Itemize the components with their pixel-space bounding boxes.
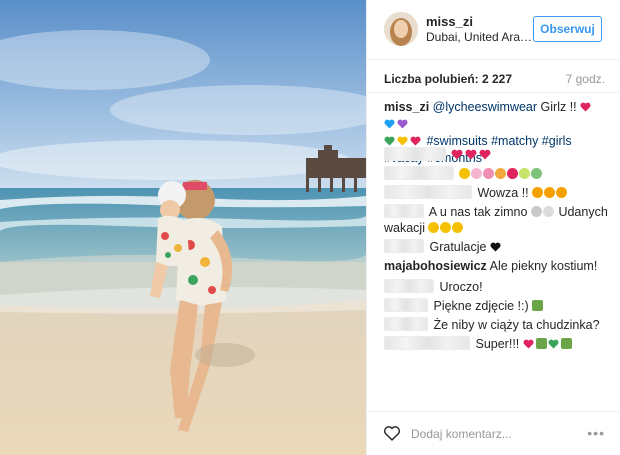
hidden-username (384, 204, 424, 218)
more-options-icon[interactable]: ••• (587, 425, 605, 441)
wink-emoji-icon (428, 222, 440, 233)
post-header: miss_zi Dubai, United Ara… Obserwuj (367, 0, 620, 60)
post-timestamp[interactable]: 7 godz. (566, 72, 605, 86)
comment-text: A u nas tak zimno (428, 205, 528, 219)
palm-tree-emoji-icon (560, 338, 572, 349)
comment-item: A u nas tak zimno Udanych (384, 204, 608, 220)
comment-item: majabohosiewicz Ale piekny kostium! (384, 258, 597, 274)
caption-text: Girlz !! (540, 100, 577, 114)
likes-count[interactable]: Liczba polubień: 2 227 (384, 72, 512, 86)
beach-photo-image (0, 0, 366, 455)
red-heart-emoji-icon (451, 148, 463, 164)
comment-text: Gratulacje (429, 240, 487, 254)
comment-text: Ale piekny kostium! (489, 259, 598, 273)
add-comment-input[interactable]: Dodaj komentarz... (411, 427, 512, 441)
plant-emoji-icon (531, 168, 543, 179)
rose-emoji-icon (507, 168, 519, 179)
heart-eyes-emoji-icon (556, 187, 568, 198)
comment-item: Gratulacje (384, 239, 503, 256)
instagram-post-modal: miss_zi Dubai, United Ara… Obserwuj Licz… (0, 0, 620, 455)
blossom-emoji-icon (471, 168, 483, 179)
heart-eyes-emoji-icon (459, 168, 471, 179)
caption-username[interactable]: miss_zi (384, 100, 429, 114)
hidden-username (384, 239, 424, 253)
likes-row: Liczba polubień: 2 227 7 godz. (367, 60, 620, 93)
avatar[interactable] (384, 12, 418, 46)
caption-hashtags[interactable]: #swimsuits #matchy #girls (426, 134, 571, 148)
comment-item-continued: wakacji (384, 220, 464, 236)
hidden-username (384, 147, 446, 161)
post-author-username[interactable]: miss_zi (426, 14, 473, 29)
avatar-image (384, 12, 418, 46)
post-photo[interactable] (0, 0, 366, 455)
comment-text: wakacji (384, 221, 425, 235)
hidden-username (384, 185, 472, 199)
green-heart-emoji-icon (548, 337, 559, 353)
scream-emoji-icon (530, 206, 542, 217)
follow-button[interactable]: Obserwuj (533, 16, 602, 42)
red-heart-emoji-icon (580, 100, 591, 116)
palm-tree-emoji-icon (535, 338, 547, 349)
heart-eyes-emoji-icon (544, 187, 556, 198)
tongue-emoji-icon (452, 222, 464, 233)
comment-item: Piękne zdjęcie !:) (384, 298, 544, 314)
caption-mention[interactable]: @lycheeswimwear (433, 100, 537, 114)
comment-item (384, 147, 493, 164)
hidden-username (384, 166, 454, 180)
eyes-emoji-icon (542, 206, 554, 217)
purple-heart-emoji-icon (397, 117, 408, 133)
black-heart-emoji-icon (490, 240, 501, 256)
comment-text: Wowza !! (477, 186, 529, 200)
hidden-username (384, 279, 434, 293)
red-heart-emoji-icon (465, 148, 477, 164)
sunflower-emoji-icon (495, 168, 507, 179)
comment-text: Uroczo! (439, 280, 483, 294)
tulip-emoji-icon (519, 168, 531, 179)
comment-item: Że niby w ciąży ta chudzinka? (384, 317, 600, 333)
comment-text: Piękne zdjęcie !:) (433, 299, 529, 313)
hidden-username (384, 336, 470, 350)
flower-emoji-icon (483, 168, 495, 179)
comment-text: Super!!! (475, 337, 520, 351)
hidden-username (384, 317, 428, 331)
red-heart-emoji-icon (479, 148, 491, 164)
comment-text-2: Udanych (558, 205, 608, 219)
post-sidebar: miss_zi Dubai, United Ara… Obserwuj Licz… (366, 0, 620, 455)
post-location[interactable]: Dubai, United Ara… (426, 30, 532, 44)
palm-tree-emoji-icon (532, 300, 544, 311)
comment-text: Że niby w ciąży ta chudzinka? (433, 318, 600, 332)
comment-item: Wowza !! (384, 185, 568, 201)
heart-eyes-emoji-icon (532, 187, 544, 198)
comment-item: Super!!! (384, 336, 573, 353)
heart-outline-icon[interactable] (383, 425, 401, 444)
comment-bar: Dodaj komentarz... ••• (367, 411, 620, 455)
comment-username[interactable]: majabohosiewicz (384, 259, 487, 273)
comment-item (384, 166, 543, 182)
hidden-username (384, 298, 428, 312)
smile-emoji-icon (440, 222, 452, 233)
blue-heart-emoji-icon (384, 117, 395, 133)
comment-item: Uroczo! (384, 279, 483, 295)
red-heart-emoji-icon (523, 337, 534, 353)
